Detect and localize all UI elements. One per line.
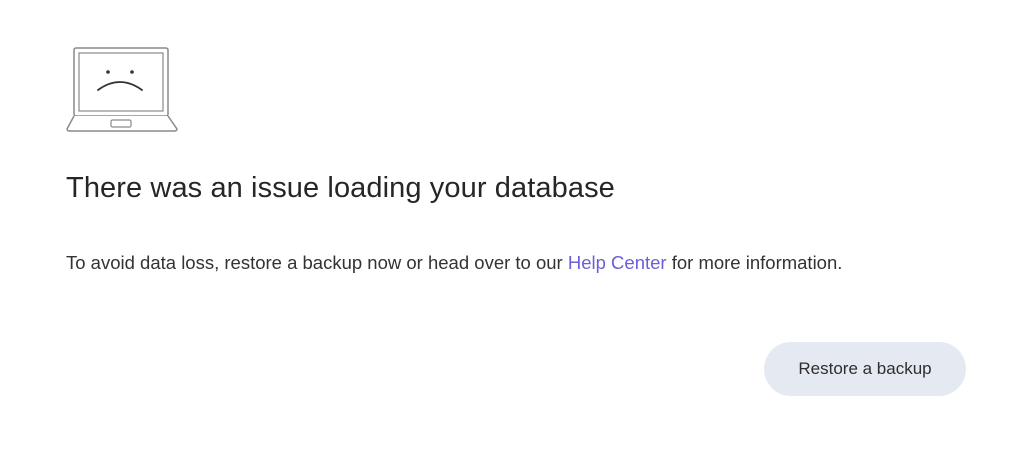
message-text-after: for more information. [666, 252, 843, 273]
error-message: To avoid data loss, restore a backup now… [66, 252, 842, 274]
error-title: There was an issue loading your database [66, 172, 615, 204]
sad-laptop-icon [66, 47, 178, 132]
message-text-before: To avoid data loss, restore a backup now… [66, 252, 568, 273]
help-center-link[interactable]: Help Center [568, 252, 667, 273]
restore-backup-button[interactable]: Restore a backup [764, 342, 966, 396]
error-dialog: There was an issue loading your database… [0, 0, 1023, 449]
